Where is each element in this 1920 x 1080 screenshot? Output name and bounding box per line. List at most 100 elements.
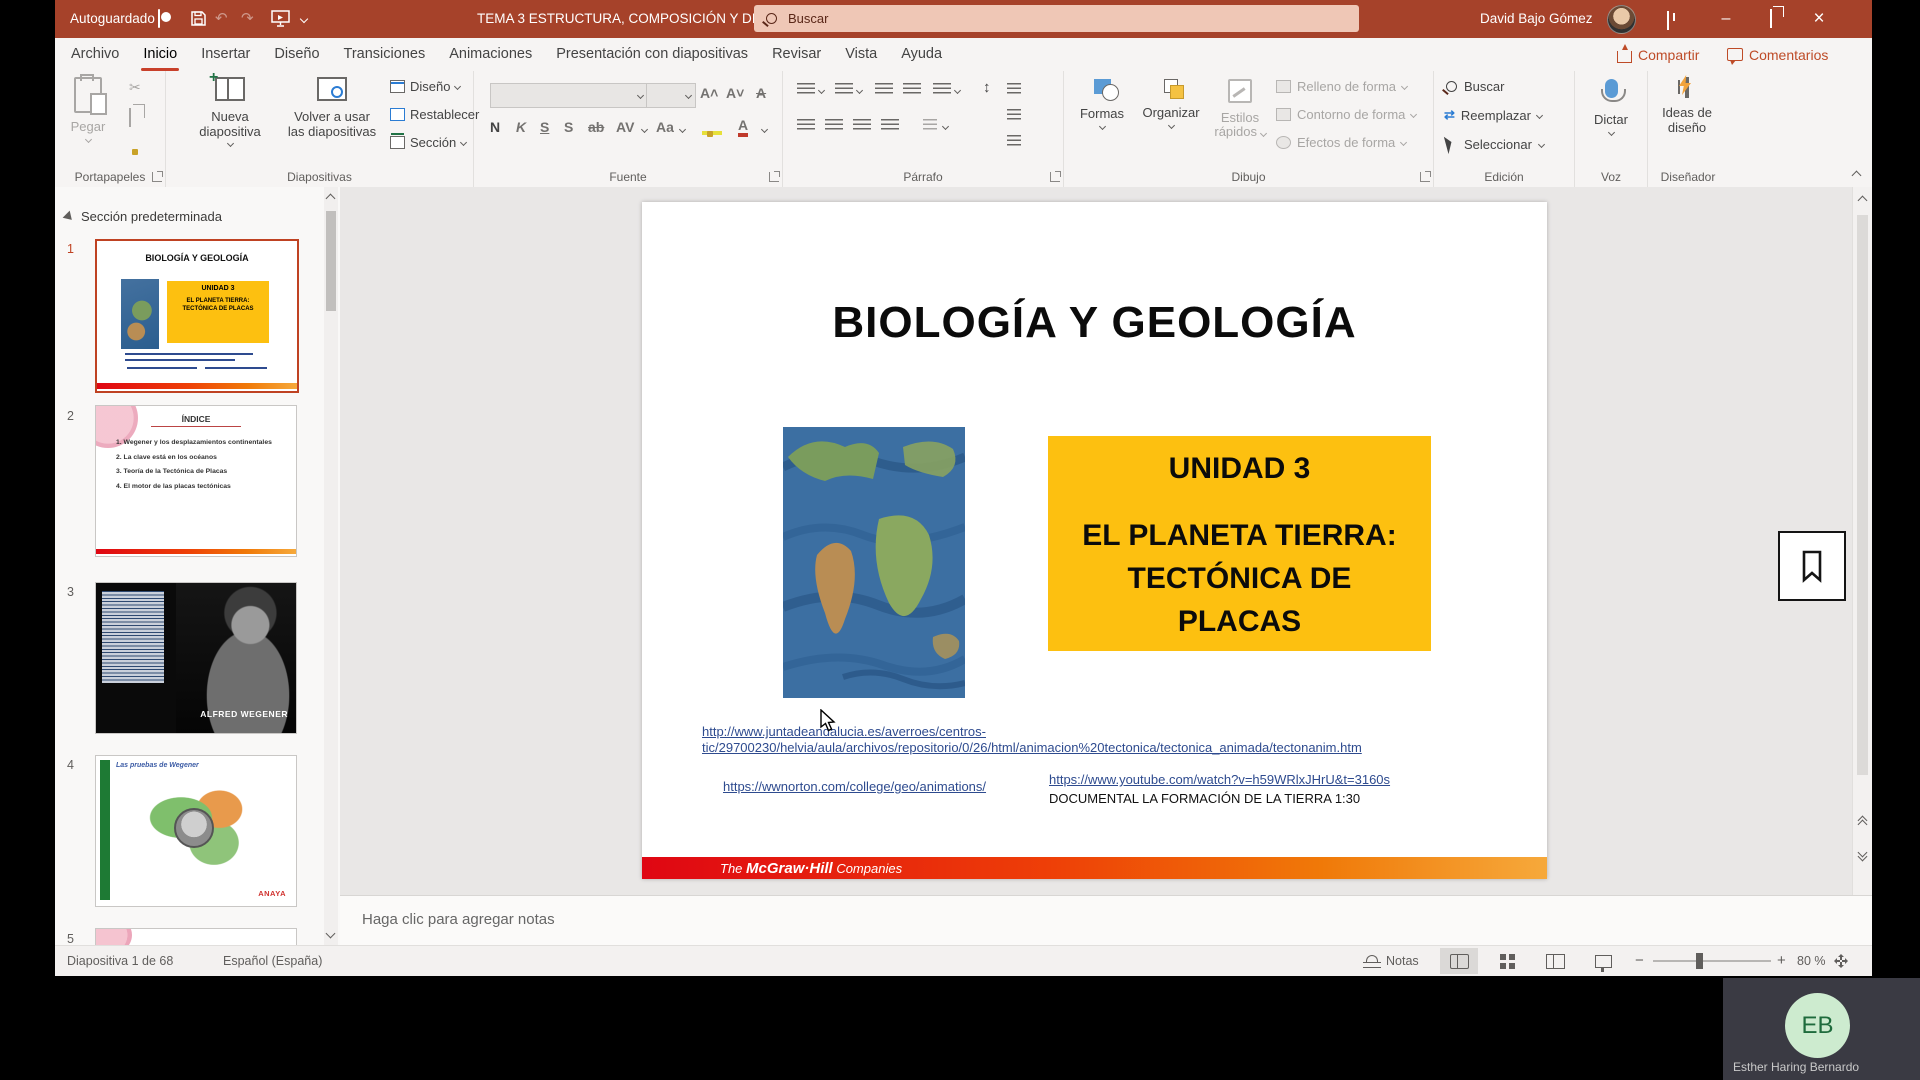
- document-title[interactable]: TEMA 3 ESTRUCTURA, COMPOSICIÓN Y DI...: [477, 11, 767, 26]
- shape-outline-button[interactable]: Contorno de forma: [1276, 107, 1416, 122]
- normal-view-button[interactable]: [1440, 948, 1478, 974]
- section-header[interactable]: Sección predeterminada: [65, 209, 222, 224]
- scroll-down-icon[interactable]: [326, 929, 336, 939]
- canvas-scrollbar[interactable]: [1852, 187, 1872, 895]
- zoom-level[interactable]: 80 %: [1797, 954, 1826, 968]
- font-size-input[interactable]: [646, 83, 696, 108]
- shadow-button[interactable]: S: [564, 119, 573, 135]
- bold-button[interactable]: N: [490, 119, 500, 135]
- world-map-image[interactable]: [783, 427, 965, 698]
- comments-button[interactable]: Comentarios: [1727, 38, 1828, 71]
- decrease-indent-icon[interactable]: [875, 83, 893, 96]
- replace-button[interactable]: ⇄ Reemplazar: [1444, 107, 1542, 123]
- zoom-slider-track[interactable]: [1653, 960, 1771, 962]
- find-button[interactable]: Buscar: [1446, 79, 1504, 94]
- clear-formatting-button[interactable]: A: [756, 85, 766, 101]
- tab-inicio[interactable]: Inicio: [131, 38, 189, 71]
- tab-ayuda[interactable]: Ayuda: [889, 38, 954, 71]
- redo-icon[interactable]: ↷: [241, 0, 254, 38]
- user-avatar[interactable]: [1607, 5, 1636, 34]
- notes-placeholder[interactable]: Haga clic para agregar notas: [362, 911, 555, 928]
- tab-archivo[interactable]: Archivo: [59, 38, 131, 71]
- panel-scrollbar[interactable]: [324, 187, 338, 945]
- strikethrough-button[interactable]: ab: [588, 119, 604, 135]
- ribbon-display-options-icon[interactable]: [1667, 11, 1669, 30]
- link-norton[interactable]: https://wwnorton.com/college/geo/animati…: [723, 779, 986, 795]
- share-button[interactable]: Compartir: [1617, 38, 1699, 71]
- notes-pane[interactable]: Haga clic para agregar notas: [340, 895, 1872, 946]
- reset-button[interactable]: Restablecer: [390, 107, 479, 122]
- slide-sorter-view-button[interactable]: [1488, 948, 1526, 974]
- slide2-thumbnail[interactable]: ÍNDICE 1. Wegener y los desplazamientos …: [95, 405, 297, 557]
- line-spacing-icon[interactable]: [933, 83, 951, 96]
- shape-effects-button[interactable]: Efectos de forma: [1276, 135, 1406, 150]
- tab-insertar[interactable]: Insertar: [189, 38, 262, 71]
- quick-access-chevron-icon[interactable]: [300, 15, 308, 23]
- tab-presentacion[interactable]: Presentación con diapositivas: [544, 38, 760, 71]
- slideshow-view-button[interactable]: [1584, 948, 1622, 974]
- user-name[interactable]: David Bajo Gómez: [1480, 11, 1593, 26]
- align-right-icon[interactable]: [853, 119, 871, 132]
- zoom-in-button[interactable]: +: [1777, 952, 1786, 969]
- link-andalucia[interactable]: http://www.juntadeandalucia.es/averroes/…: [702, 724, 1342, 756]
- scroll-up-icon[interactable]: [1858, 196, 1868, 206]
- shrink-font-button[interactable]: A˅: [726, 85, 744, 101]
- tab-vista[interactable]: Vista: [833, 38, 889, 71]
- video-call-tile[interactable]: EB Esther Haring Bernardo: [1723, 978, 1920, 1080]
- underline-button[interactable]: S: [540, 119, 549, 135]
- search-box[interactable]: [754, 5, 1359, 32]
- dialog-launcher-icon[interactable]: [1050, 172, 1060, 182]
- tab-transiciones[interactable]: Transiciones: [332, 38, 438, 71]
- columns-icon[interactable]: [923, 119, 937, 132]
- reuse-slides-button[interactable]: Volver a usarlas diapositivas: [284, 77, 380, 139]
- previous-slide-button[interactable]: [1859, 817, 1866, 828]
- numbering-icon[interactable]: [835, 83, 853, 96]
- increase-indent-icon[interactable]: [903, 83, 921, 96]
- font-color-button[interactable]: A: [738, 117, 748, 137]
- align-center-icon[interactable]: [825, 119, 843, 132]
- restore-button[interactable]: [1755, 0, 1787, 38]
- slide-title[interactable]: BIOLOGÍA Y GEOLOGÍA: [642, 298, 1547, 348]
- zoom-out-button[interactable]: −: [1635, 952, 1644, 969]
- tab-animaciones[interactable]: Animaciones: [437, 38, 544, 71]
- change-case-button[interactable]: Aa: [656, 119, 674, 135]
- slide-canvas[interactable]: BIOLOGÍA Y GEOLOGÍA UNIDAD 3 EL PLANE: [642, 202, 1547, 879]
- grow-font-button[interactable]: A˄: [700, 85, 718, 101]
- align-left-icon[interactable]: [797, 119, 815, 132]
- text-direction-icon[interactable]: [1007, 83, 1021, 96]
- align-text-icon[interactable]: [1007, 109, 1021, 122]
- bookmark-overlay[interactable]: [1778, 531, 1846, 601]
- undo-icon[interactable]: ↶: [215, 0, 228, 38]
- start-presentation-icon[interactable]: [271, 10, 290, 27]
- select-button[interactable]: Seleccionar: [1446, 135, 1544, 153]
- highlight-color-button[interactable]: [702, 119, 722, 135]
- bullets-icon[interactable]: [797, 83, 815, 96]
- dialog-launcher-icon[interactable]: [152, 172, 162, 182]
- slide4-thumbnail[interactable]: Las pruebas de Wegener ANAYA: [95, 755, 297, 907]
- slide5-thumbnail[interactable]: [95, 928, 297, 945]
- slide1-thumbnail[interactable]: BIOLOGÍA Y GEOLOGÍA UNIDAD 3 EL PLANETA …: [95, 239, 299, 393]
- character-spacing-button[interactable]: AV: [616, 119, 634, 135]
- dictate-button[interactable]: Dictar: [1583, 79, 1639, 135]
- font-name-input[interactable]: [490, 83, 648, 108]
- italic-button[interactable]: K: [516, 119, 526, 135]
- autosave-toggle[interactable]: [158, 9, 160, 28]
- dialog-launcher-icon[interactable]: [769, 172, 779, 182]
- cut-icon[interactable]: ✂: [129, 79, 141, 96]
- smartart-convert-icon[interactable]: [1007, 135, 1021, 148]
- section-button[interactable]: Sección: [390, 135, 466, 150]
- notes-toggle-button[interactable]: Notas: [1363, 946, 1419, 976]
- slide3-thumbnail[interactable]: ALFRED WEGENER: [95, 582, 297, 734]
- reading-view-button[interactable]: [1536, 948, 1574, 974]
- paste-button[interactable]: Pegar: [63, 77, 113, 142]
- shapes-button[interactable]: Formas: [1072, 79, 1132, 129]
- fit-to-window-icon[interactable]: [1833, 953, 1849, 969]
- tab-revisar[interactable]: Revisar: [760, 38, 833, 71]
- tab-diseno[interactable]: Diseño: [262, 38, 331, 71]
- language-indicator[interactable]: Español (España): [223, 954, 322, 968]
- design-ideas-button[interactable]: Ideas dediseño: [1654, 79, 1720, 135]
- link-youtube-block[interactable]: https://www.youtube.com/watch?v=h59WRlxJ…: [1049, 772, 1439, 806]
- quick-styles-button[interactable]: Estilosrápidos: [1212, 79, 1268, 139]
- zoom-slider-thumb[interactable]: [1696, 953, 1703, 969]
- layout-button[interactable]: Diseño: [390, 79, 460, 94]
